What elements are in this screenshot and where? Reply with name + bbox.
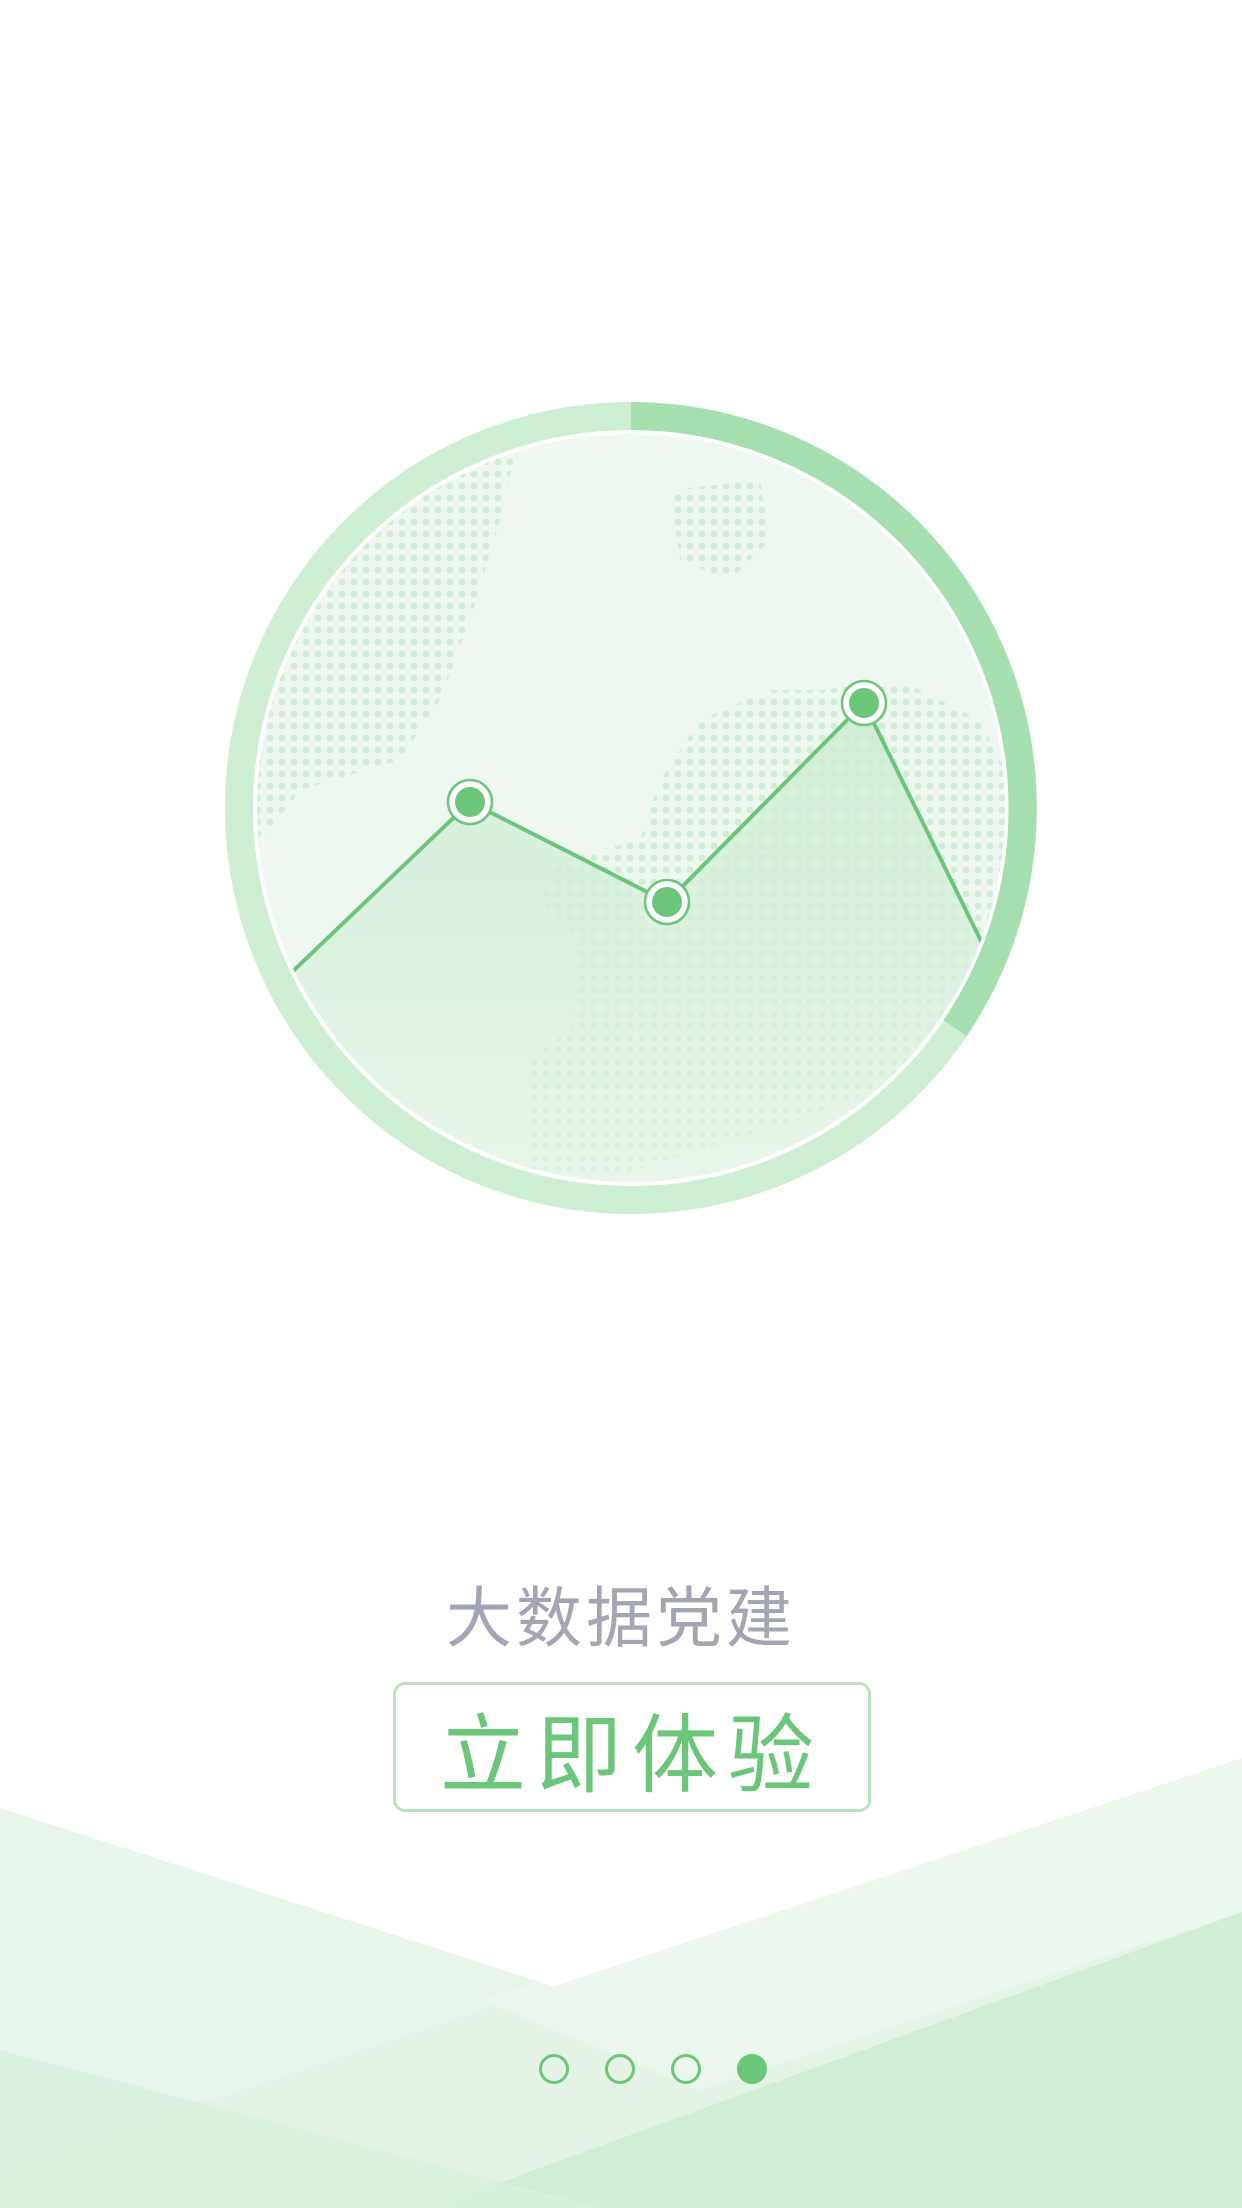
- page-dot-2[interactable]: [605, 2054, 635, 2084]
- page-dot-3[interactable]: [671, 2054, 701, 2084]
- page-dot-1[interactable]: [539, 2054, 569, 2084]
- page-indicator: [32, 2054, 1242, 2086]
- start-experience-label: 立即体验: [440, 1705, 824, 1806]
- trend-point-3: [840, 679, 888, 727]
- trend-point-1: [446, 778, 494, 826]
- page-dot-4-active[interactable]: [737, 2054, 767, 2084]
- trend-point-2: [643, 878, 691, 926]
- start-experience-button[interactable]: 立即体验: [393, 1682, 871, 1812]
- app-subtitle: 大数据党建: [446, 1580, 796, 1657]
- trend-globe-illustration: [225, 402, 1037, 1214]
